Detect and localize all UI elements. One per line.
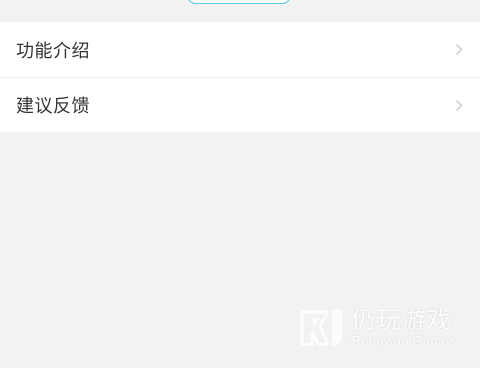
menu-item-label: 功能介绍 [16, 40, 90, 62]
watermark-subtitle: Rengwan Games [351, 333, 456, 348]
menu-item-feedback[interactable]: 建议反馈 [0, 77, 480, 132]
watermark-title: 仍玩游戏 [351, 306, 452, 334]
settings-menu: 功能介绍 建议反馈 [0, 22, 480, 132]
chevron-right-icon [452, 98, 466, 112]
watermark: 仍玩游戏 Rengwan Games [298, 306, 456, 350]
rengwan-logo-icon [300, 310, 342, 346]
top-pill-button[interactable] [187, 0, 291, 4]
menu-item-label: 建议反馈 [16, 96, 90, 117]
menu-item-feature-intro[interactable]: 功能介绍 [0, 22, 480, 77]
chevron-right-icon [452, 43, 466, 57]
